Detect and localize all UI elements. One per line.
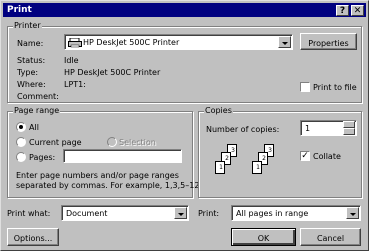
radio-selection-label: Selection — [119, 138, 156, 147]
chevron-down-icon[interactable] — [174, 207, 187, 219]
where-label: Where: — [17, 80, 46, 89]
radio-all[interactable] — [16, 122, 26, 132]
radio-current-page[interactable] — [16, 137, 26, 147]
radio-pages[interactable] — [16, 152, 26, 162]
copies-value: 1 — [305, 124, 311, 133]
properties-label: Properties — [308, 39, 349, 48]
collate-label[interactable]: Collate — [313, 152, 341, 161]
dialog-title: Print — [7, 5, 32, 15]
pages-input[interactable] — [63, 149, 182, 163]
cancel-label: Cancel — [316, 234, 345, 243]
print-range-select[interactable]: All pages in range — [231, 205, 361, 221]
options-button[interactable]: Options... — [7, 228, 59, 246]
number-of-copies-label: Number of copies: — [206, 125, 280, 134]
radio-current-page-label[interactable]: Current page — [29, 138, 82, 147]
print-dialog: Print ? ✕ Printer Name: HP DeskJet 500C … — [0, 0, 369, 251]
copies-group-label: Copies — [204, 106, 233, 115]
print-range-value: All pages in range — [236, 209, 309, 218]
chevron-down-icon[interactable] — [346, 207, 359, 219]
printer-name-select[interactable]: HP DeskJet 500C Printer — [64, 34, 293, 50]
collate-page: 1 — [215, 161, 225, 174]
options-label: Options... — [13, 234, 53, 243]
help-icon: ? — [339, 6, 346, 16]
close-button[interactable]: ✕ — [351, 5, 364, 16]
status-value: Idle — [64, 56, 79, 65]
ok-button[interactable]: OK — [231, 228, 296, 246]
radio-pages-label[interactable]: Pages: — [29, 153, 55, 162]
printer-group-label: Printer — [13, 21, 42, 30]
comment-label: Comment: — [17, 92, 59, 101]
close-icon: ✕ — [353, 6, 362, 16]
printer-icon — [68, 38, 82, 48]
print-what-value: Document — [66, 209, 108, 218]
print-to-file-checkbox[interactable] — [300, 82, 310, 92]
cancel-button[interactable]: Cancel — [300, 228, 361, 246]
collate-page: 1 — [252, 161, 262, 174]
collate-checkbox[interactable]: ✓ — [300, 151, 310, 161]
chevron-down-icon[interactable] — [278, 36, 291, 48]
printer-name-label: Name: — [17, 39, 44, 48]
print-to-file-label[interactable]: Print to file — [313, 83, 357, 92]
print-what-label: Print what: — [7, 209, 51, 218]
type-value: HP DeskJet 500C Printer — [64, 68, 161, 77]
print-what-select[interactable]: Document — [61, 205, 189, 221]
checkmark-icon: ✓ — [301, 151, 309, 161]
radio-selection — [107, 137, 117, 147]
page-range-group-label: Page range — [13, 106, 61, 115]
status-label: Status: — [17, 56, 46, 65]
ok-label: OK — [257, 234, 270, 243]
print-label: Print: — [198, 209, 220, 218]
where-value: LPT1: — [64, 80, 86, 89]
help-button[interactable]: ? — [336, 5, 349, 16]
title-bar[interactable]: Print ? ✕ — [3, 3, 366, 17]
type-label: Type: — [17, 68, 39, 77]
properties-button[interactable]: Properties — [300, 33, 357, 50]
page-range-hint-2: separated by commas. For example, 1,3,5–… — [16, 181, 200, 190]
radio-all-label[interactable]: All — [29, 123, 39, 132]
printer-name-value: HP DeskJet 500C Printer — [83, 38, 180, 47]
copies-down-button[interactable] — [343, 128, 355, 135]
page-range-hint-1: Enter page numbers and/or page ranges — [16, 171, 179, 180]
copies-up-button[interactable] — [343, 121, 355, 128]
